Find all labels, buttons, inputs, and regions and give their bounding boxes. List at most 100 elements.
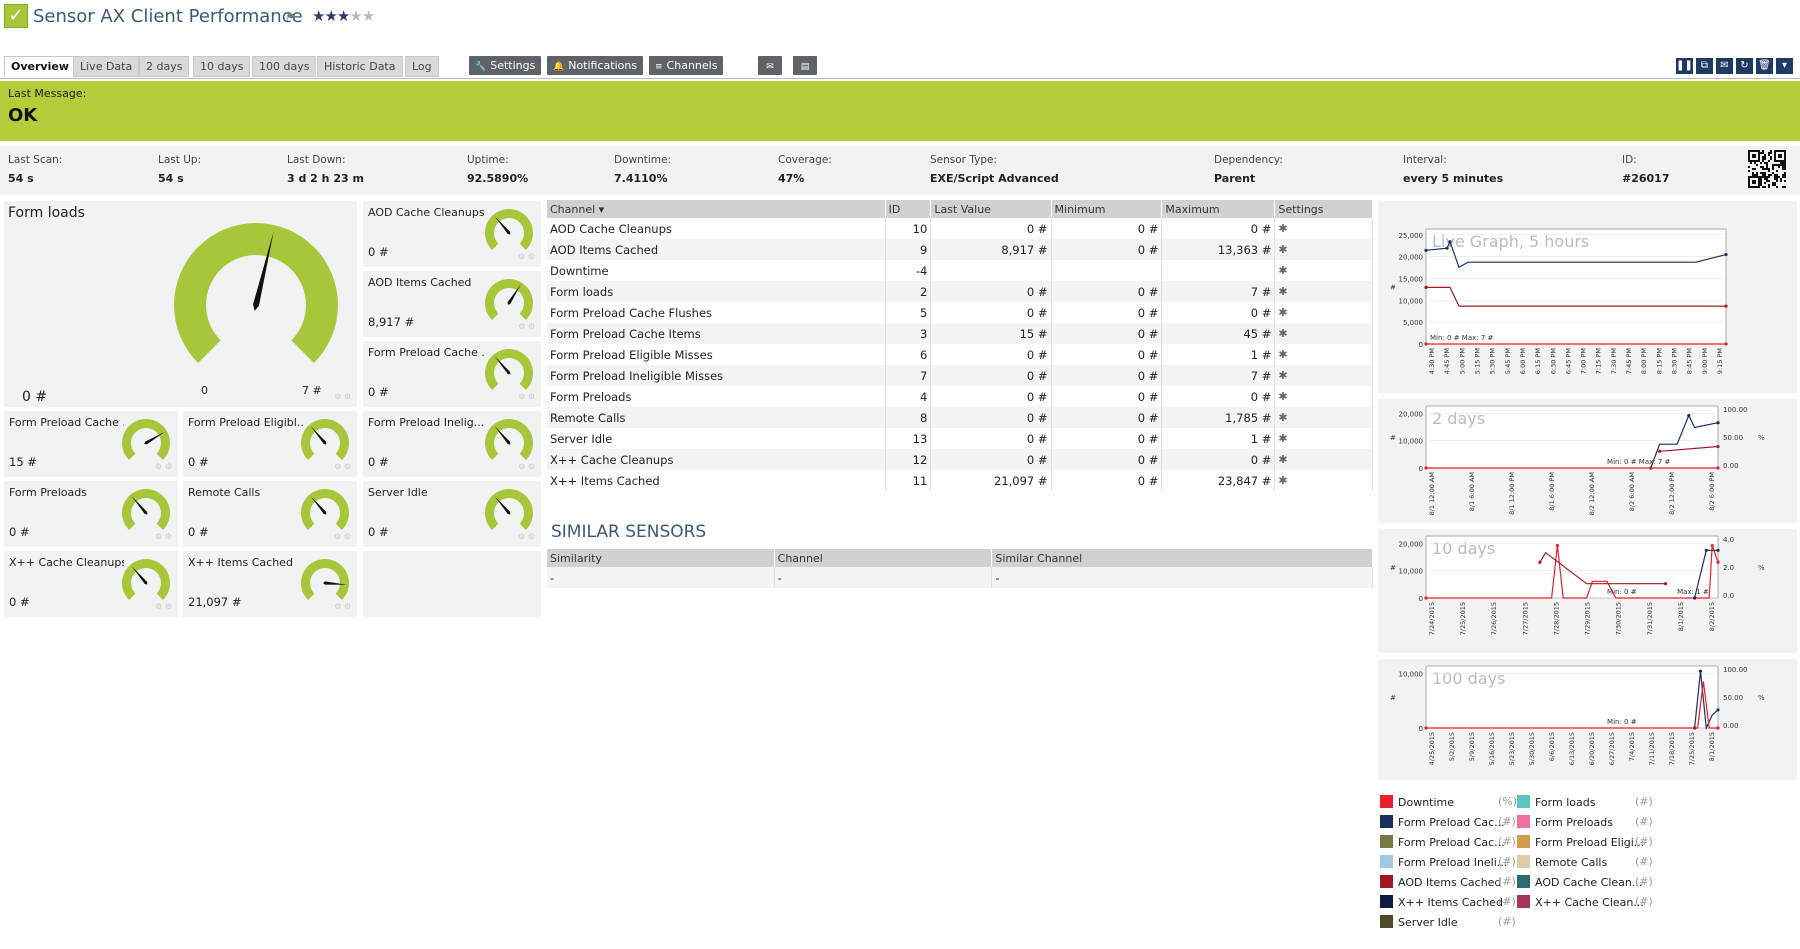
table-row[interactable]: Form loads 2 0 #0 #7 # ✱ (547, 281, 1373, 302)
legend-item[interactable]: Form loads (#) (1517, 795, 1653, 809)
chart-live-graph-5-hours[interactable]: Live Graph, 5 hours 25,000 20,000 15,000 10,… (1378, 201, 1797, 393)
legend-item[interactable]: X++ Cache Clean... (#) (1517, 895, 1653, 909)
delete-icon[interactable]: 🗑 (1756, 58, 1773, 74)
settings-gear-icon[interactable]: ✱ (1274, 344, 1373, 365)
gauge-actions-icon[interactable]: ⚙ ⚙ (155, 602, 172, 611)
column-header[interactable]: Settings (1274, 200, 1373, 218)
star-icon[interactable]: ★ (324, 7, 337, 25)
column-header[interactable]: Maximum (1161, 200, 1276, 218)
table-row[interactable]: X++ Items Cached 11 21,097 #0 #23,847 # ✱ (547, 470, 1373, 491)
settings-gear-icon[interactable]: ✱ (1274, 323, 1373, 344)
settings-gear-icon[interactable]: ✱ (1274, 260, 1373, 281)
star-icon[interactable]: ★ (349, 7, 362, 25)
table-row[interactable]: Form Preload Eligible Misses 6 0 #0 #1 # ✱ (547, 344, 1373, 365)
gauge-actions-icon[interactable]: ⚙ ⚙ (518, 392, 535, 401)
qr-code-icon[interactable] (1748, 150, 1786, 188)
tab-live-data[interactable]: Live Data (73, 56, 140, 77)
table-row[interactable]: Form Preloads 4 0 #0 #0 # ✱ (547, 386, 1373, 407)
gauge-tile-form-loads[interactable]: Form loads 0 7 # 0 # ⚙ ⚙ (4, 201, 357, 407)
chart-100-days[interactable]: 100 days 10,000 0 #100.00 50.00 0.00% 4/25/201… (1378, 659, 1797, 780)
legend-item[interactable]: Form Preload Cac... (#) (1380, 815, 1516, 829)
settings-button[interactable]: 🔧 Settings (469, 56, 542, 75)
gauge-actions-icon[interactable]: ⚙ ⚙ (518, 322, 535, 331)
legend-item[interactable]: X++ Items Cached (#) (1380, 895, 1516, 909)
settings-gear-icon[interactable]: ✱ (1274, 470, 1373, 491)
legend-item[interactable]: Form Preload Cac... (#) (1380, 835, 1516, 849)
settings-gear-icon[interactable]: ✱ (1274, 281, 1373, 302)
table-row[interactable]: Form Preload Cache Flushes 5 0 #0 #0 # ✱ (547, 302, 1373, 323)
legend-item[interactable]: Form Preload Ineli... (#) (1380, 855, 1516, 869)
gauge-actions-icon[interactable]: ⚙ ⚙ (518, 252, 535, 261)
gauge-tile[interactable]: Remote Calls 0 # ⚙ ⚙ (183, 481, 357, 547)
table-row[interactable]: Remote Calls 8 0 #0 #1,785 # ✱ (547, 407, 1373, 428)
table-row[interactable]: AOD Items Cached 9 8,917 #0 #13,363 # ✱ (547, 239, 1373, 260)
notifications-button[interactable]: 🔔 Notifications (547, 56, 644, 75)
gauge-tile[interactable]: Form Preload Eligibl... 0 # ⚙ ⚙ (183, 411, 357, 477)
table-row[interactable]: Downtime -4 ✱ (547, 260, 1373, 281)
gauge-tile[interactable]: Server Idle 0 # ⚙ ⚙ (363, 481, 541, 547)
gauge-actions-icon[interactable]: ⚙ ⚙ (155, 462, 172, 471)
gauge-actions-icon[interactable]: ⚙ ⚙ (155, 532, 172, 541)
chart-2-days[interactable]: 2 days 20,000 10,000 0 #100.00 50.00 0.00% 8/1 … (1378, 399, 1797, 523)
list-button[interactable]: ▤ (793, 56, 817, 75)
gauge-actions-icon[interactable]: ⚙ ⚙ (334, 462, 351, 471)
table-row[interactable]: Form Preload Ineligible Misses 7 0 #0 #7 #… (547, 365, 1373, 386)
settings-gear-icon[interactable]: ✱ (1274, 386, 1373, 407)
gauge-tile[interactable]: X++ Cache Cleanups 0 # ⚙ ⚙ (4, 551, 178, 617)
star-icon[interactable]: ★ (362, 7, 375, 25)
gauge-tile[interactable]: Form Preload Cache ... 0 # ⚙ ⚙ (363, 341, 541, 407)
pause-icon[interactable]: ❚❚ (1676, 58, 1693, 74)
table-row[interactable]: Server Idle 13 0 #0 #1 # ✱ (547, 428, 1373, 449)
gauge-tile[interactable]: X++ Items Cached 21,097 # ⚙ ⚙ (183, 551, 357, 617)
gauge-actions-icon[interactable]: ⚙ ⚙ (334, 532, 351, 541)
settings-gear-icon[interactable]: ✱ (1274, 218, 1373, 239)
clone-icon[interactable]: ⧉ (1696, 58, 1713, 74)
gauge-actions-icon[interactable]: ⚙ ⚙ (518, 532, 535, 541)
gauge-actions-icon[interactable]: ⚙ ⚙ (518, 462, 535, 471)
tab-2-days[interactable]: 2 days (139, 56, 190, 77)
gauge-tile[interactable]: Form Preload Inelig... 0 # ⚙ ⚙ (363, 411, 541, 477)
settings-gear-icon[interactable]: ✱ (1274, 239, 1373, 260)
table-row[interactable]: Form Preload Cache Items 3 15 #0 #45 # ✱ (547, 323, 1373, 344)
settings-gear-icon[interactable]: ✱ (1274, 407, 1373, 428)
column-header[interactable]: Channel (774, 549, 993, 567)
gauge-tile[interactable]: Form Preloads 0 # ⚙ ⚙ (4, 481, 178, 547)
legend-item[interactable]: Server Idle (#) (1380, 915, 1516, 929)
settings-gear-icon[interactable]: ✱ (1274, 428, 1373, 449)
comment-button[interactable]: ✉ (758, 56, 782, 75)
channels-button[interactable]: ≡ Channels (649, 56, 724, 75)
dropdown-icon[interactable]: ▾ (1776, 58, 1793, 74)
table-row[interactable]: AOD Cache Cleanups 10 0 #0 #0 # ✱ (547, 218, 1373, 239)
star-icon[interactable]: ★ (312, 7, 325, 25)
email-icon[interactable]: ✉ (1716, 58, 1733, 74)
chart-10-days[interactable]: 10 days 20,000 10,000 0 #4.0 2.0 0.0% 7/24/2015… (1378, 529, 1797, 653)
column-header[interactable]: Similarity (547, 549, 775, 567)
legend-item[interactable]: AOD Items Cached (#) (1380, 875, 1516, 889)
tab-overview[interactable]: Overview (4, 56, 76, 78)
column-header[interactable]: Minimum (1051, 200, 1163, 218)
table-row[interactable]: X++ Cache Cleanups 12 0 #0 #0 # ✱ (547, 449, 1373, 470)
tab-100-days[interactable]: 100 days (252, 56, 317, 77)
gauge-actions-icon[interactable]: ⚙ ⚙ (334, 602, 351, 611)
gauge-tile[interactable]: Form Preload Cache ... 15 # ⚙ ⚙ (4, 411, 178, 477)
settings-gear-icon[interactable]: ✱ (1274, 449, 1373, 470)
tab-10-days[interactable]: 10 days (193, 56, 251, 77)
refresh-icon[interactable]: ↻ (1736, 58, 1753, 74)
column-header[interactable]: Similar Channel (991, 549, 1373, 567)
column-header[interactable]: Channel ▾ (547, 200, 886, 218)
gauge-tile[interactable]: AOD Items Cached 8,917 # ⚙ ⚙ (363, 271, 541, 337)
star-icon[interactable]: ★ (337, 7, 350, 25)
priority-stars[interactable]: ★★★★★ (312, 7, 375, 25)
settings-gear-icon[interactable]: ✱ (1274, 302, 1373, 323)
column-header[interactable]: ID (885, 200, 932, 218)
gauge-tile[interactable]: AOD Cache Cleanups 0 # ⚙ ⚙ (363, 201, 541, 267)
gauge-actions-icon[interactable]: ⚙ ⚙ (334, 392, 351, 401)
legend-item[interactable]: AOD Cache Clean... (#) (1517, 875, 1653, 889)
tab-historic-data[interactable]: Historic Data (317, 56, 403, 77)
tab-log[interactable]: Log (405, 56, 439, 77)
legend-item[interactable]: Remote Calls (#) (1517, 855, 1653, 869)
legend-item[interactable]: Form Preload Eligi... (#) (1517, 835, 1653, 849)
settings-gear-icon[interactable]: ✱ (1274, 365, 1373, 386)
legend-item[interactable]: Downtime (%) (1380, 795, 1517, 809)
legend-item[interactable]: Form Preloads (#) (1517, 815, 1653, 829)
